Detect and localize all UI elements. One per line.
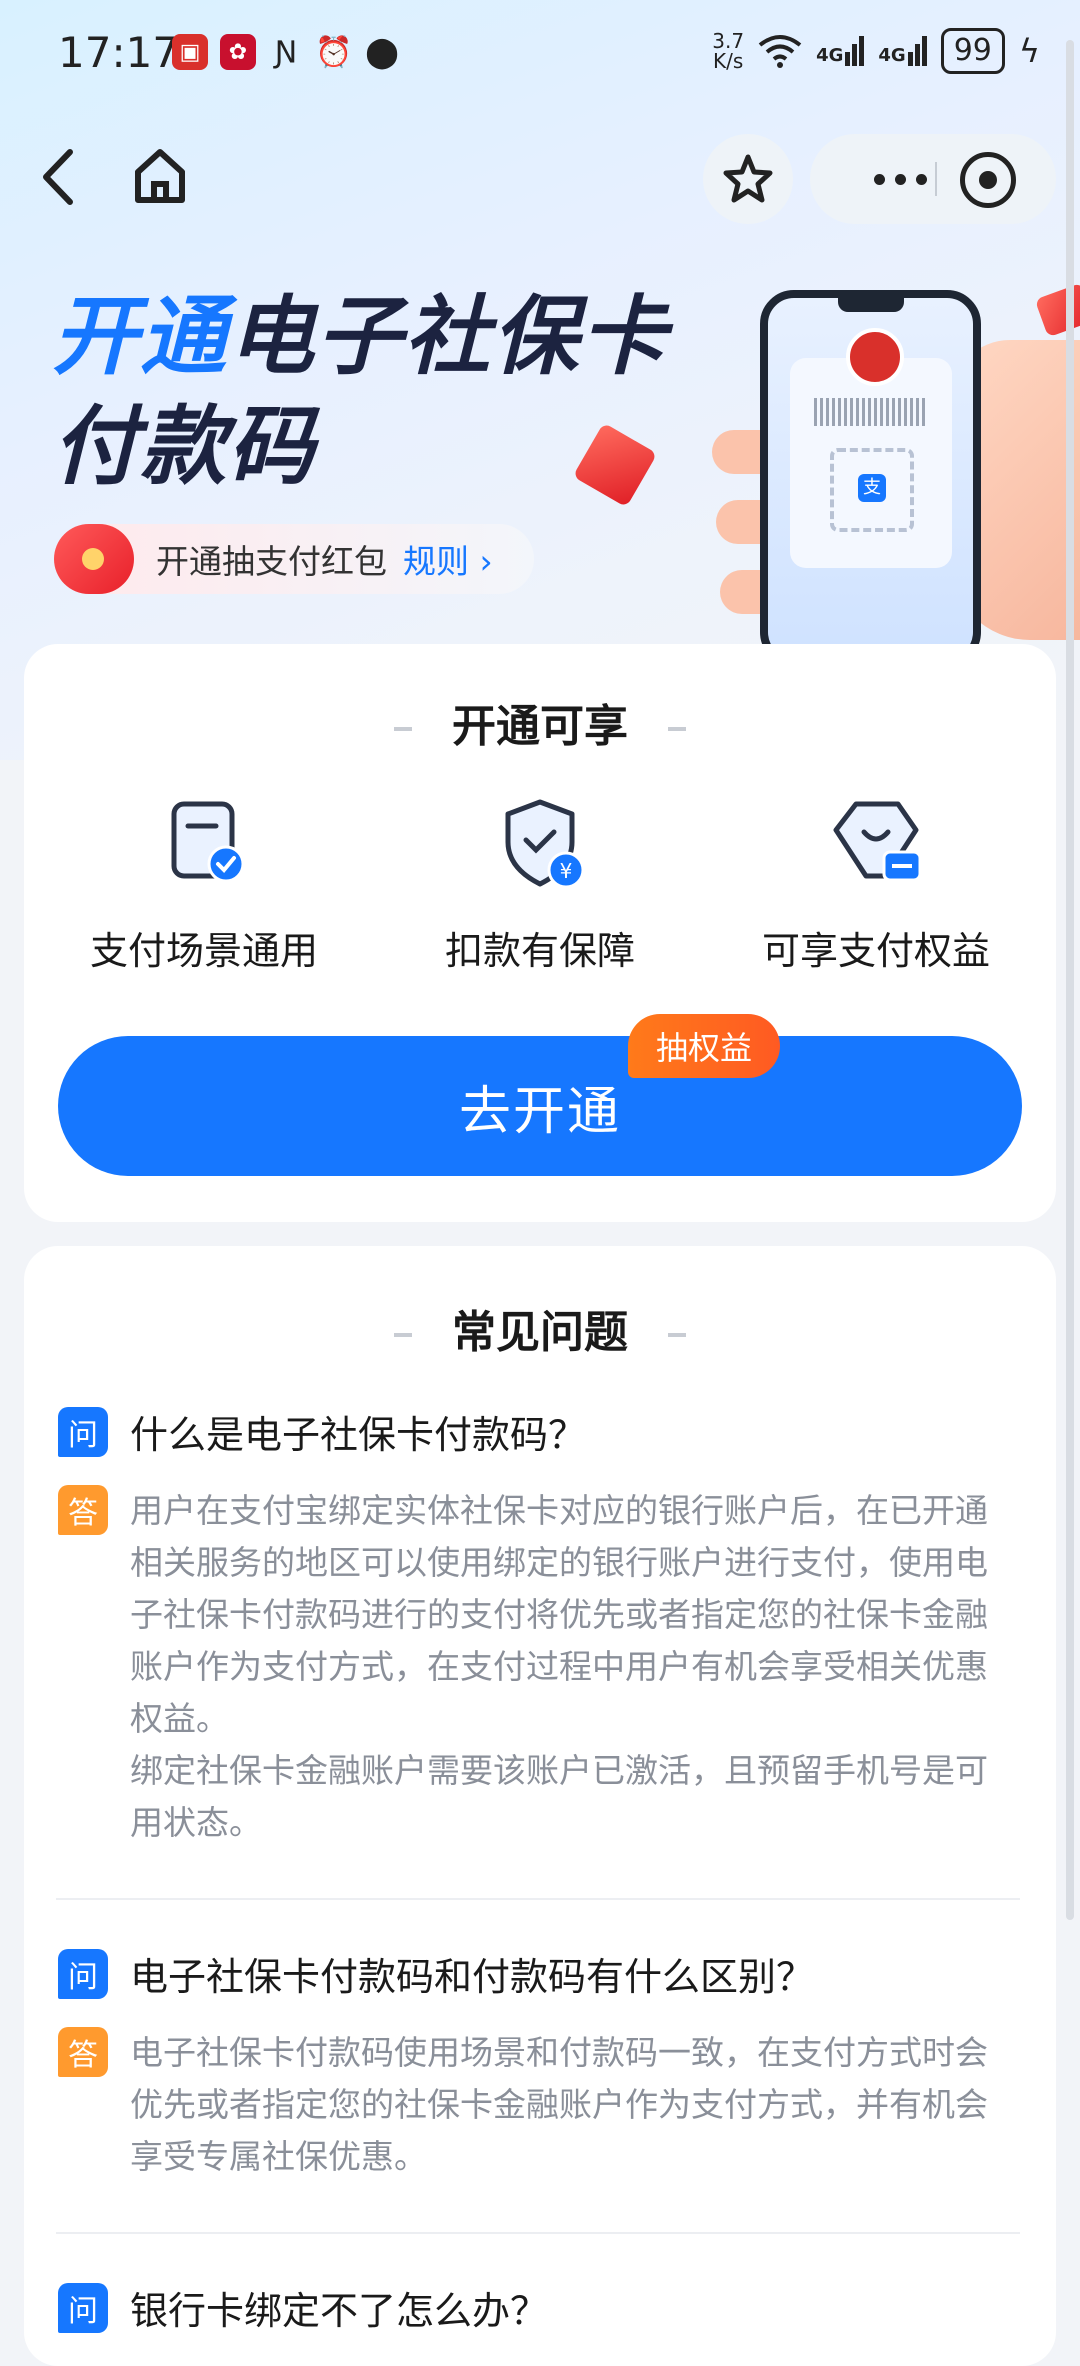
faq-answer: 用户在支付宝绑定实体社保卡对应的银行账户后，在已开通相关服务的地区可以使用绑定的… bbox=[130, 1485, 1010, 1849]
faq-answer: 电子社保卡付款码使用场景和付款码一致，在支付方式时会优先或者指定您的社保卡金融账… bbox=[130, 2033, 988, 2176]
location-icon: ⬤ bbox=[365, 34, 399, 70]
faq-answer-paragraph: 绑定社保卡金融账户需要该账户已激活，且预留手机号是可用状态。 bbox=[130, 1751, 988, 1842]
barcode-icon bbox=[814, 398, 928, 426]
charging-icon: ϟ bbox=[1018, 32, 1040, 70]
close-miniapp-icon[interactable] bbox=[960, 152, 1016, 208]
hero-title-rest: 电子社保卡 bbox=[228, 287, 668, 387]
huawei-notification-icon: ✿ bbox=[220, 34, 256, 70]
star-icon[interactable] bbox=[703, 134, 793, 224]
phone-illustration: 支 bbox=[760, 290, 981, 666]
red-envelope-icon bbox=[54, 524, 134, 594]
status-bar: 17:17 ▣ ✿ Ɲ ⏰ ⬤ 3.7 K/s 4G 4G 99 ϟ bbox=[0, 0, 1080, 110]
question-badge: 问 bbox=[58, 2282, 108, 2333]
faq-question: 什么是电子社保卡付款码？ bbox=[130, 1413, 587, 1457]
benefit-item: ¥ 扣款有保障 bbox=[390, 794, 690, 975]
faq-divider bbox=[56, 2232, 1020, 2234]
coupon-tag-icon bbox=[826, 794, 926, 894]
faq-title-text: 常见问题 bbox=[452, 1307, 628, 1358]
shield-yuan-icon: ¥ bbox=[490, 794, 590, 894]
signal-1-icon: 4G bbox=[816, 36, 865, 66]
net-speed: 3.7 K/s bbox=[712, 31, 744, 71]
faq-question: 电子社保卡付款码和付款码有什么区别？ bbox=[130, 1955, 815, 1999]
back-arrow-icon[interactable] bbox=[34, 142, 84, 212]
signal-2-label: 4G bbox=[878, 45, 906, 66]
net-speed-value: 3.7 bbox=[712, 29, 745, 53]
notification-icons: ▣ ✿ Ɲ ⏰ ⬤ bbox=[172, 34, 400, 70]
home-icon[interactable] bbox=[128, 140, 192, 210]
nfc-icon: Ɲ bbox=[274, 34, 298, 70]
net-speed-unit: K/s bbox=[713, 49, 744, 73]
alarm-icon: ⏰ bbox=[315, 34, 353, 70]
benefit-label: 扣款有保障 bbox=[444, 929, 635, 973]
faq-answer-paragraph: 用户在支付宝绑定实体社保卡对应的银行账户后，在已开通相关服务的地区可以使用绑定的… bbox=[130, 1491, 988, 1738]
question-badge: 问 bbox=[58, 1948, 108, 1999]
hero-title-highlight: 开通 bbox=[52, 287, 228, 387]
faq-title: 常见问题 bbox=[24, 1296, 1056, 1360]
faq-divider bbox=[56, 1898, 1020, 1900]
benefit-label: 支付场景通用 bbox=[89, 929, 318, 973]
more-icon[interactable] bbox=[840, 134, 960, 224]
status-right: 3.7 K/s 4G 4G 99 ϟ bbox=[712, 28, 1040, 74]
svg-text:¥: ¥ bbox=[560, 859, 573, 883]
hero-title-line2: 付款码 bbox=[52, 397, 316, 497]
benefit-label: 可享支付权益 bbox=[761, 929, 990, 973]
signal-1-label: 4G bbox=[816, 45, 844, 66]
status-time: 17:17 bbox=[58, 28, 180, 77]
capsule-divider bbox=[935, 162, 937, 196]
miniapp-capsule bbox=[810, 134, 1056, 224]
answer-badge: 答 bbox=[58, 2027, 108, 2077]
payment-scene-icon bbox=[154, 794, 254, 894]
faq-question: 银行卡绑定不了怎么办？ bbox=[130, 2289, 549, 2333]
alipay-icon: 支 bbox=[858, 474, 886, 502]
activate-button[interactable]: 去开通 bbox=[58, 1036, 1022, 1176]
benefits-title-text: 开通可享 bbox=[452, 701, 628, 752]
battery-icon: 99 bbox=[940, 28, 1005, 74]
benefit-item: 可享支付权益 bbox=[726, 794, 1026, 975]
cta-badge: 抽权益 bbox=[628, 1014, 780, 1078]
benefit-item: 支付场景通用 bbox=[54, 794, 354, 975]
social-security-card-illustration: 支 bbox=[790, 328, 952, 568]
faq-item: 问 电子社保卡付款码和付款码有什么区别？ 答 电子社保卡付款码使用场景和付款码一… bbox=[58, 1946, 1022, 2183]
faq-card: 常见问题 问 什么是电子社保卡付款码？ 答 用户在支付宝绑定实体社保卡对应的银行… bbox=[24, 1246, 1056, 2366]
signal-2-icon: 4G bbox=[878, 36, 927, 66]
answer-badge: 答 bbox=[58, 1485, 108, 1535]
benefits-card: 开通可享 支付场景通用 ¥ 扣款有保障 可享支付权益 去开通 抽权益 bbox=[24, 644, 1056, 1222]
app-notification-icon: ▣ bbox=[172, 34, 208, 70]
question-badge: 问 bbox=[58, 1406, 108, 1457]
wifi-icon bbox=[758, 35, 802, 68]
faq-item: 问 银行卡绑定不了怎么办？ bbox=[58, 2280, 1022, 2335]
promo-text: 开通抽支付红包 bbox=[156, 542, 387, 581]
benefits-title: 开通可享 bbox=[24, 690, 1056, 754]
promo-rule-link[interactable]: 规则 › bbox=[403, 535, 493, 583]
faq-item: 问 什么是电子社保卡付款码？ 答 用户在支付宝绑定实体社保卡对应的银行账户后，在… bbox=[58, 1404, 1022, 1849]
emblem-icon bbox=[846, 328, 904, 386]
promo-pill[interactable]: 开通抽支付红包 规则 › bbox=[54, 524, 534, 594]
scrollbar[interactable] bbox=[1066, 40, 1074, 1920]
